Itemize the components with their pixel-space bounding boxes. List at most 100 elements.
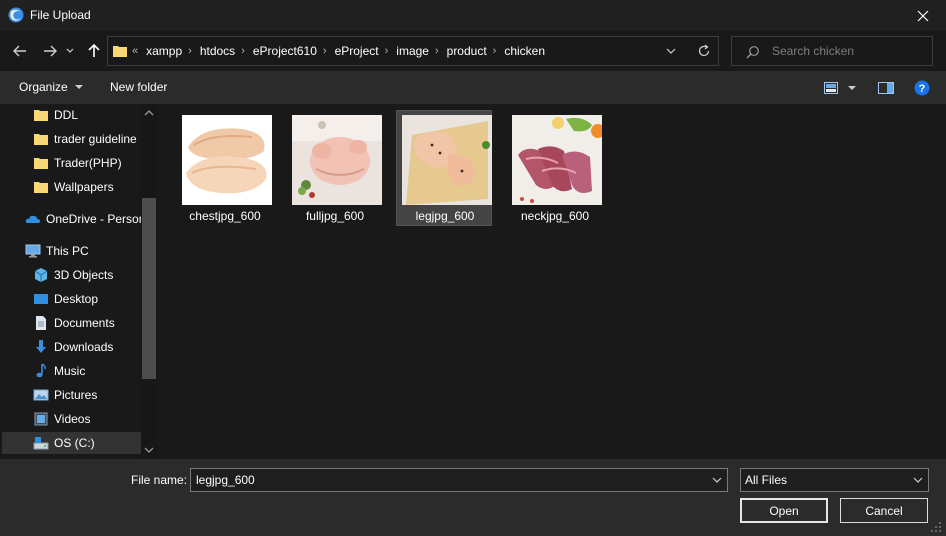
picture-icon [33, 389, 49, 401]
sidebar-item-trader-php[interactable]: Trader(PHP) [33, 152, 122, 174]
file-name-label: neckjpg_600 [520, 209, 590, 223]
chevron-down-icon [913, 477, 923, 483]
dialog-footer: File name: All Files Open Cancel [0, 459, 946, 536]
forward-button[interactable] [39, 40, 61, 62]
breadcrumb-item[interactable]: htdocs [200, 44, 235, 58]
file-name-label: fulljpg_600 [305, 209, 365, 223]
file-tile-selected[interactable]: legjpg_600 [396, 110, 492, 226]
chevron-right-icon: › [434, 45, 439, 57]
file-type-select[interactable]: All Files [740, 468, 929, 492]
sidebar-item-pictures[interactable]: Pictures [33, 384, 97, 406]
recent-locations-button[interactable] [63, 40, 77, 62]
chevron-down-icon [66, 48, 74, 53]
arrow-right-icon [44, 45, 57, 57]
preview-pane-icon[interactable] [878, 82, 894, 94]
close-button[interactable] [900, 0, 946, 31]
scrollbar-thumb[interactable] [142, 198, 156, 379]
breadcrumb-item[interactable]: eProject [335, 44, 379, 58]
file-name-combobox[interactable] [190, 468, 728, 492]
file-name-label: chestjpg_600 [189, 209, 261, 223]
search-box[interactable] [731, 36, 933, 66]
svg-text:?: ? [919, 83, 926, 95]
up-button[interactable] [83, 40, 105, 62]
folder-icon [34, 158, 48, 169]
change-view-icon[interactable] [824, 82, 838, 94]
window-title: File Upload [30, 8, 91, 22]
organize-button[interactable]: Organize [19, 80, 84, 94]
folder-icon [34, 134, 48, 145]
download-icon [36, 340, 46, 353]
sidebar-item-label: Desktop [54, 292, 99, 306]
sidebar-item-desktop[interactable]: Desktop [33, 288, 98, 310]
folder-icon [113, 46, 127, 57]
sidebar-item-3d-objects[interactable]: 3D Objects [33, 264, 113, 286]
sidebar-item-downloads[interactable]: Downloads [33, 336, 113, 358]
file-tile[interactable]: neckjpg_600 [506, 110, 602, 226]
desktop-icon [34, 294, 48, 304]
file-name-input[interactable] [196, 472, 696, 488]
caret-down-icon[interactable] [847, 85, 857, 93]
address-bar[interactable]: « xampp › htdocs › eProject610 › eProject › … [107, 36, 719, 66]
image-thumbnail [402, 115, 492, 205]
help-icon[interactable]: ? [914, 80, 930, 96]
drive-icon [33, 437, 49, 450]
organize-label: Organize [19, 80, 68, 94]
sidebar-item-wallpapers[interactable]: Wallpapers [33, 176, 114, 198]
breadcrumb-item[interactable]: chicken [504, 44, 545, 58]
cube-icon [34, 268, 48, 282]
chevron-right-icon: › [241, 45, 245, 57]
firefox-icon [8, 7, 24, 23]
breadcrumb-overflow[interactable]: « [132, 45, 138, 57]
refresh-icon[interactable] [696, 43, 712, 59]
chevron-right-icon: › [322, 45, 327, 57]
back-button[interactable] [9, 40, 31, 62]
sidebar-item-label: Wallpapers [54, 180, 114, 194]
new-folder-button[interactable]: New folder [110, 80, 167, 94]
chicken-leg-thumbnail [402, 115, 492, 205]
file-tile[interactable]: chestjpg_600 [176, 110, 272, 226]
breadcrumb-item[interactable]: eProject610 [253, 44, 317, 58]
cloud-icon [25, 215, 40, 223]
breadcrumb-item[interactable]: xampp [146, 44, 182, 58]
sidebar-item-onedrive[interactable]: OneDrive - Person [25, 208, 145, 230]
chevron-down-icon[interactable] [712, 475, 722, 485]
cancel-button[interactable]: Cancel [840, 498, 928, 523]
sidebar-item-videos[interactable]: Videos [33, 408, 90, 430]
breadcrumb-item[interactable]: image [396, 44, 429, 58]
sidebar-item-label: 3D Objects [54, 268, 114, 282]
sidebar-item-music[interactable]: Music [33, 360, 85, 382]
address-dropdown-icon[interactable] [664, 44, 678, 58]
breadcrumb: « xampp › htdocs › eProject610 › eProject › … [132, 44, 545, 58]
sidebar-item-ddl[interactable]: DDL [33, 104, 78, 126]
chevron-right-icon: › [492, 45, 497, 57]
breadcrumb-item[interactable]: product [447, 44, 487, 58]
sidebar-item-label: Videos [54, 412, 91, 426]
sidebar-item-label: OneDrive - Person [46, 212, 146, 226]
folder-icon [34, 182, 48, 193]
search-input[interactable] [772, 43, 922, 59]
chicken-neck-thumbnail [512, 115, 602, 205]
sidebar-item-trader-guideline[interactable]: trader guideline [33, 128, 137, 150]
image-thumbnail [512, 115, 602, 205]
document-icon [36, 316, 46, 330]
scroll-down-icon[interactable] [144, 445, 154, 455]
open-button[interactable]: Open [740, 498, 828, 523]
sidebar-item-os-c[interactable]: OS (C:) [2, 432, 141, 454]
file-name-label: File name: [131, 473, 188, 487]
whole-chicken-thumbnail [292, 115, 382, 205]
file-tile[interactable]: fulljpg_600 [286, 110, 382, 226]
sidebar-item-label: This PC [46, 244, 89, 258]
sidebar-scrollbar[interactable] [141, 104, 158, 459]
sidebar-item-label: Documents [54, 316, 115, 330]
sidebar-item-label: Trader(PHP) [54, 156, 122, 170]
sidebar-item-this-pc[interactable]: This PC [25, 240, 89, 262]
sidebar-item-label: trader guideline [54, 132, 137, 146]
sidebar-item-documents[interactable]: Documents [33, 312, 115, 334]
sidebar-item-label: DDL [54, 108, 79, 122]
resize-grip-icon[interactable] [930, 521, 942, 533]
computer-icon [25, 244, 41, 258]
chevron-right-icon: › [384, 45, 389, 57]
video-icon [34, 412, 48, 426]
file-name-label: legjpg_600 [415, 209, 475, 223]
scroll-up-icon[interactable] [144, 108, 154, 118]
